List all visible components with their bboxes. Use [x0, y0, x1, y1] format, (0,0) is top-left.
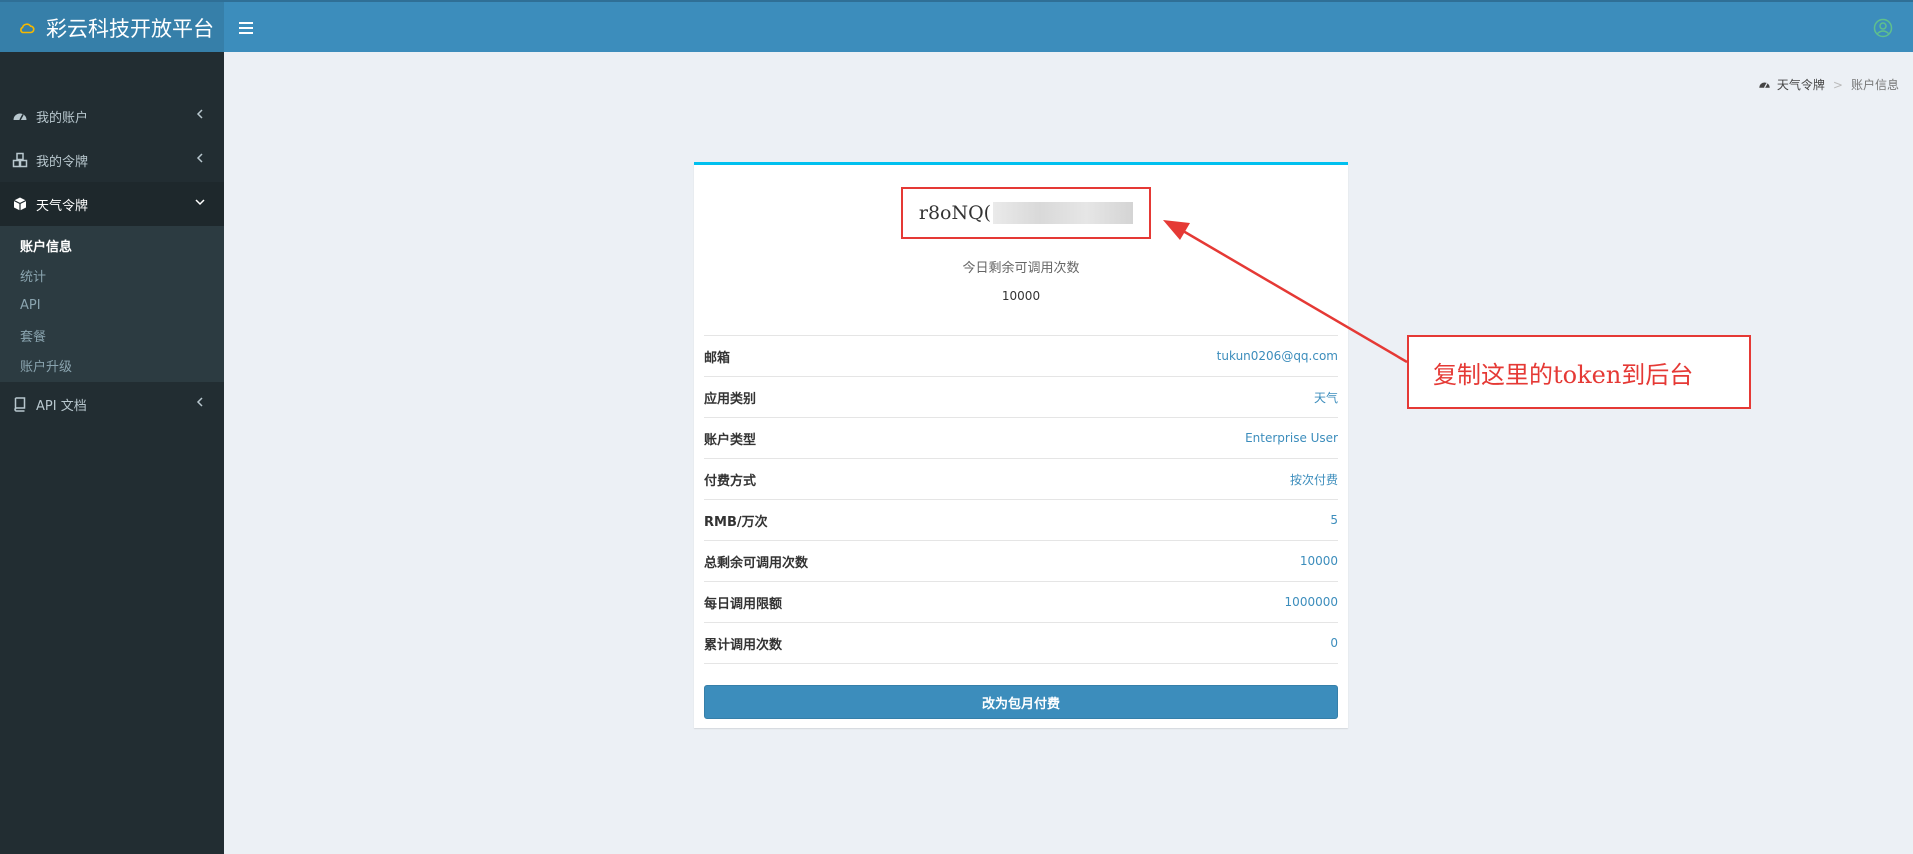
app-root: 彩云科技开放平台 我的账户 我的令牌 天气令牌 账户信息 统计 API 套餐 账…	[0, 0, 1913, 854]
sidebar-item-my-account[interactable]: 我的账户	[0, 94, 224, 138]
info-key: 邮箱	[704, 350, 731, 366]
info-value[interactable]: tukun0206@qq.com	[1217, 349, 1338, 363]
book-icon	[14, 397, 26, 412]
account-info-card: r8oNQ( 今日剩余可调用次数 10000 邮箱 tukun0206@qq.c…	[694, 162, 1348, 728]
annotation-text: 复制这里的token到后台	[1433, 360, 1694, 389]
sidebar-menu: 我的账户 我的令牌 天气令牌 账户信息 统计 API 套餐 账户升级 API 文…	[0, 94, 224, 426]
remaining-calls-value: 10000	[1001, 289, 1041, 303]
info-value[interactable]: Enterprise User	[1245, 431, 1338, 445]
info-key: RMB/万次	[704, 514, 768, 530]
cubes-icon	[12, 152, 28, 168]
info-row-app-category: 应用类别 天气	[704, 377, 1338, 418]
submenu-item-upgrade[interactable]: 账户升级	[0, 350, 224, 380]
info-row-total-calls: 累计调用次数 0	[704, 623, 1338, 664]
chevron-left-icon	[196, 109, 203, 119]
info-row-price: RMB/万次 5	[704, 500, 1338, 541]
sidebar: 我的账户 我的令牌 天气令牌 账户信息 统计 API 套餐 账户升级 API 文…	[0, 52, 224, 854]
info-value[interactable]: 5	[1330, 513, 1338, 527]
info-value[interactable]: 0	[1330, 636, 1338, 650]
sidebar-item-weather-token[interactable]: 天气令牌	[0, 182, 224, 226]
breadcrumb-separator: >	[1832, 77, 1843, 92]
cube-icon	[13, 197, 27, 211]
submenu-item-api[interactable]: API	[0, 290, 224, 320]
sidebar-item-label: 我的账户	[36, 110, 89, 126]
annotation-note: 复制这里的token到后台	[1407, 335, 1751, 409]
info-row-email: 邮箱 tukun0206@qq.com	[704, 336, 1338, 377]
submenu-item-plans[interactable]: 套餐	[0, 320, 224, 350]
info-key: 付费方式	[704, 473, 757, 489]
dashboard-icon	[13, 113, 27, 121]
info-value[interactable]: 1000000	[1285, 595, 1338, 609]
token-display[interactable]: r8oNQ(	[901, 187, 1151, 239]
weather-token-submenu: 账户信息 统计 API 套餐 账户升级	[0, 226, 224, 382]
chevron-left-icon	[196, 397, 203, 407]
info-row-total-remaining: 总剩余可调用次数 10000	[704, 541, 1338, 582]
hamburger-icon	[239, 22, 253, 34]
dashboard-icon	[1759, 82, 1770, 89]
breadcrumb: 天气令牌 > 账户信息	[1758, 76, 1899, 93]
submenu-item-account-info[interactable]: 账户信息	[0, 230, 224, 260]
brand-logo[interactable]: 彩云科技开放平台	[0, 2, 224, 54]
chevron-left-icon	[196, 153, 203, 163]
info-row-payment-method: 付费方式 按次付费	[704, 459, 1338, 500]
remaining-calls-label: 今日剩余可调用次数	[962, 261, 1080, 276]
info-row-daily-limit: 每日调用限额 1000000	[704, 582, 1338, 623]
token-text: r8oNQ(	[918, 202, 992, 224]
account-info-list: 邮箱 tukun0206@qq.com 应用类别 天气 账户类型 Enterpr…	[704, 335, 1338, 664]
sidebar-item-label: 我的令牌	[36, 154, 89, 170]
info-value[interactable]: 天气	[1314, 389, 1338, 406]
app-title: 彩云科技开放平台	[46, 17, 214, 41]
user-avatar-icon[interactable]	[1873, 18, 1893, 38]
info-key: 总剩余可调用次数	[704, 555, 809, 571]
breadcrumb-link-weather-token[interactable]: 天气令牌	[1777, 76, 1825, 93]
top-navbar: 彩云科技开放平台	[0, 0, 1913, 54]
info-key: 累计调用次数	[704, 637, 783, 653]
sidebar-item-api-docs[interactable]: API 文档	[0, 382, 224, 426]
sidebar-item-label: API 文档	[36, 398, 87, 414]
info-value[interactable]: 按次付费	[1290, 471, 1338, 488]
chevron-down-icon	[195, 199, 205, 206]
cloud-icon	[20, 23, 35, 34]
info-row-account-type: 账户类型 Enterprise User	[704, 418, 1338, 459]
submenu-item-statistics[interactable]: 统计	[0, 260, 224, 290]
info-value[interactable]: 10000	[1300, 554, 1338, 568]
sidebar-toggle-button[interactable]	[224, 2, 268, 54]
sidebar-item-my-tokens[interactable]: 我的令牌	[0, 138, 224, 182]
info-key: 账户类型	[704, 432, 757, 448]
switch-to-monthly-button[interactable]: 改为包月付费	[704, 685, 1338, 719]
token-redaction	[993, 202, 1134, 224]
info-key: 应用类别	[704, 391, 757, 407]
breadcrumb-current: 账户信息	[1850, 78, 1899, 92]
sidebar-item-label: 天气令牌	[36, 198, 89, 214]
info-key: 每日调用限额	[704, 596, 783, 612]
